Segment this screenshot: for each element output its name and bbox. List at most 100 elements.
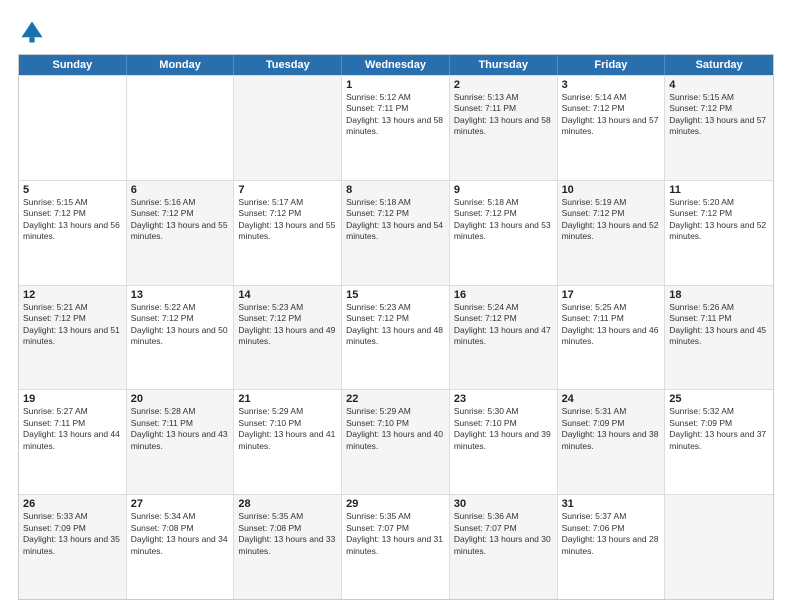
calendar-cell: 18Sunrise: 5:26 AM Sunset: 7:11 PM Dayli… <box>665 286 773 390</box>
day-detail: Sunrise: 5:20 AM Sunset: 7:12 PM Dayligh… <box>669 197 769 243</box>
calendar-header: SundayMondayTuesdayWednesdayThursdayFrid… <box>19 55 773 75</box>
day-number: 6 <box>131 184 230 196</box>
day-number: 21 <box>238 393 337 405</box>
day-number: 17 <box>562 289 661 301</box>
calendar-cell: 30Sunrise: 5:36 AM Sunset: 7:07 PM Dayli… <box>450 495 558 599</box>
day-number: 10 <box>562 184 661 196</box>
day-number: 26 <box>23 498 122 510</box>
calendar-cell: 12Sunrise: 5:21 AM Sunset: 7:12 PM Dayli… <box>19 286 127 390</box>
calendar-cell: 16Sunrise: 5:24 AM Sunset: 7:12 PM Dayli… <box>450 286 558 390</box>
day-number: 15 <box>346 289 445 301</box>
calendar-cell: 4Sunrise: 5:15 AM Sunset: 7:12 PM Daylig… <box>665 76 773 180</box>
day-detail: Sunrise: 5:29 AM Sunset: 7:10 PM Dayligh… <box>346 406 445 452</box>
calendar-cell: 28Sunrise: 5:35 AM Sunset: 7:08 PM Dayli… <box>234 495 342 599</box>
calendar: SundayMondayTuesdayWednesdayThursdayFrid… <box>18 54 774 600</box>
day-number: 3 <box>562 79 661 91</box>
weekday-header-saturday: Saturday <box>665 55 773 75</box>
weekday-header-wednesday: Wednesday <box>342 55 450 75</box>
day-detail: Sunrise: 5:18 AM Sunset: 7:12 PM Dayligh… <box>454 197 553 243</box>
day-detail: Sunrise: 5:22 AM Sunset: 7:12 PM Dayligh… <box>131 302 230 348</box>
day-detail: Sunrise: 5:29 AM Sunset: 7:10 PM Dayligh… <box>238 406 337 452</box>
calendar-cell: 24Sunrise: 5:31 AM Sunset: 7:09 PM Dayli… <box>558 390 666 494</box>
day-number: 27 <box>131 498 230 510</box>
day-number: 4 <box>669 79 769 91</box>
day-number: 9 <box>454 184 553 196</box>
day-number: 11 <box>669 184 769 196</box>
calendar-cell: 25Sunrise: 5:32 AM Sunset: 7:09 PM Dayli… <box>665 390 773 494</box>
day-number: 1 <box>346 79 445 91</box>
day-detail: Sunrise: 5:31 AM Sunset: 7:09 PM Dayligh… <box>562 406 661 452</box>
day-detail: Sunrise: 5:23 AM Sunset: 7:12 PM Dayligh… <box>346 302 445 348</box>
day-number: 8 <box>346 184 445 196</box>
calendar-cell <box>665 495 773 599</box>
day-detail: Sunrise: 5:21 AM Sunset: 7:12 PM Dayligh… <box>23 302 122 348</box>
calendar-cell: 11Sunrise: 5:20 AM Sunset: 7:12 PM Dayli… <box>665 181 773 285</box>
day-number: 24 <box>562 393 661 405</box>
calendar-cell: 10Sunrise: 5:19 AM Sunset: 7:12 PM Dayli… <box>558 181 666 285</box>
weekday-header-thursday: Thursday <box>450 55 558 75</box>
day-detail: Sunrise: 5:35 AM Sunset: 7:08 PM Dayligh… <box>238 511 337 557</box>
calendar-cell: 5Sunrise: 5:15 AM Sunset: 7:12 PM Daylig… <box>19 181 127 285</box>
day-detail: Sunrise: 5:27 AM Sunset: 7:11 PM Dayligh… <box>23 406 122 452</box>
weekday-header-friday: Friday <box>558 55 666 75</box>
calendar-cell: 27Sunrise: 5:34 AM Sunset: 7:08 PM Dayli… <box>127 495 235 599</box>
calendar-cell: 23Sunrise: 5:30 AM Sunset: 7:10 PM Dayli… <box>450 390 558 494</box>
calendar-cell: 19Sunrise: 5:27 AM Sunset: 7:11 PM Dayli… <box>19 390 127 494</box>
logo <box>18 18 50 46</box>
calendar-cell: 9Sunrise: 5:18 AM Sunset: 7:12 PM Daylig… <box>450 181 558 285</box>
calendar-cell: 7Sunrise: 5:17 AM Sunset: 7:12 PM Daylig… <box>234 181 342 285</box>
day-number: 31 <box>562 498 661 510</box>
day-detail: Sunrise: 5:37 AM Sunset: 7:06 PM Dayligh… <box>562 511 661 557</box>
calendar-cell: 1Sunrise: 5:12 AM Sunset: 7:11 PM Daylig… <box>342 76 450 180</box>
calendar-cell: 3Sunrise: 5:14 AM Sunset: 7:12 PM Daylig… <box>558 76 666 180</box>
calendar-body: 1Sunrise: 5:12 AM Sunset: 7:11 PM Daylig… <box>19 75 773 599</box>
calendar-cell <box>234 76 342 180</box>
calendar-cell: 15Sunrise: 5:23 AM Sunset: 7:12 PM Dayli… <box>342 286 450 390</box>
day-detail: Sunrise: 5:26 AM Sunset: 7:11 PM Dayligh… <box>669 302 769 348</box>
calendar-cell: 21Sunrise: 5:29 AM Sunset: 7:10 PM Dayli… <box>234 390 342 494</box>
calendar-row-2: 12Sunrise: 5:21 AM Sunset: 7:12 PM Dayli… <box>19 285 773 390</box>
day-number: 19 <box>23 393 122 405</box>
calendar-cell: 6Sunrise: 5:16 AM Sunset: 7:12 PM Daylig… <box>127 181 235 285</box>
day-number: 30 <box>454 498 553 510</box>
day-detail: Sunrise: 5:15 AM Sunset: 7:12 PM Dayligh… <box>23 197 122 243</box>
day-detail: Sunrise: 5:28 AM Sunset: 7:11 PM Dayligh… <box>131 406 230 452</box>
calendar-row-3: 19Sunrise: 5:27 AM Sunset: 7:11 PM Dayli… <box>19 389 773 494</box>
day-number: 2 <box>454 79 553 91</box>
day-number: 14 <box>238 289 337 301</box>
day-detail: Sunrise: 5:15 AM Sunset: 7:12 PM Dayligh… <box>669 92 769 138</box>
day-detail: Sunrise: 5:25 AM Sunset: 7:11 PM Dayligh… <box>562 302 661 348</box>
day-detail: Sunrise: 5:36 AM Sunset: 7:07 PM Dayligh… <box>454 511 553 557</box>
day-number: 7 <box>238 184 337 196</box>
page: SundayMondayTuesdayWednesdayThursdayFrid… <box>0 0 792 612</box>
day-detail: Sunrise: 5:23 AM Sunset: 7:12 PM Dayligh… <box>238 302 337 348</box>
day-number: 28 <box>238 498 337 510</box>
day-detail: Sunrise: 5:17 AM Sunset: 7:12 PM Dayligh… <box>238 197 337 243</box>
calendar-row-4: 26Sunrise: 5:33 AM Sunset: 7:09 PM Dayli… <box>19 494 773 599</box>
calendar-cell: 26Sunrise: 5:33 AM Sunset: 7:09 PM Dayli… <box>19 495 127 599</box>
day-number: 13 <box>131 289 230 301</box>
calendar-row-0: 1Sunrise: 5:12 AM Sunset: 7:11 PM Daylig… <box>19 75 773 180</box>
calendar-cell: 20Sunrise: 5:28 AM Sunset: 7:11 PM Dayli… <box>127 390 235 494</box>
day-detail: Sunrise: 5:18 AM Sunset: 7:12 PM Dayligh… <box>346 197 445 243</box>
day-number: 18 <box>669 289 769 301</box>
day-detail: Sunrise: 5:32 AM Sunset: 7:09 PM Dayligh… <box>669 406 769 452</box>
day-number: 5 <box>23 184 122 196</box>
calendar-cell: 2Sunrise: 5:13 AM Sunset: 7:11 PM Daylig… <box>450 76 558 180</box>
day-detail: Sunrise: 5:16 AM Sunset: 7:12 PM Dayligh… <box>131 197 230 243</box>
day-number: 23 <box>454 393 553 405</box>
calendar-cell: 22Sunrise: 5:29 AM Sunset: 7:10 PM Dayli… <box>342 390 450 494</box>
day-detail: Sunrise: 5:12 AM Sunset: 7:11 PM Dayligh… <box>346 92 445 138</box>
day-number: 22 <box>346 393 445 405</box>
day-number: 25 <box>669 393 769 405</box>
calendar-cell: 17Sunrise: 5:25 AM Sunset: 7:11 PM Dayli… <box>558 286 666 390</box>
calendar-cell <box>127 76 235 180</box>
weekday-header-sunday: Sunday <box>19 55 127 75</box>
day-detail: Sunrise: 5:35 AM Sunset: 7:07 PM Dayligh… <box>346 511 445 557</box>
calendar-cell: 8Sunrise: 5:18 AM Sunset: 7:12 PM Daylig… <box>342 181 450 285</box>
day-number: 16 <box>454 289 553 301</box>
day-detail: Sunrise: 5:13 AM Sunset: 7:11 PM Dayligh… <box>454 92 553 138</box>
day-detail: Sunrise: 5:34 AM Sunset: 7:08 PM Dayligh… <box>131 511 230 557</box>
day-detail: Sunrise: 5:33 AM Sunset: 7:09 PM Dayligh… <box>23 511 122 557</box>
logo-icon <box>18 18 46 46</box>
